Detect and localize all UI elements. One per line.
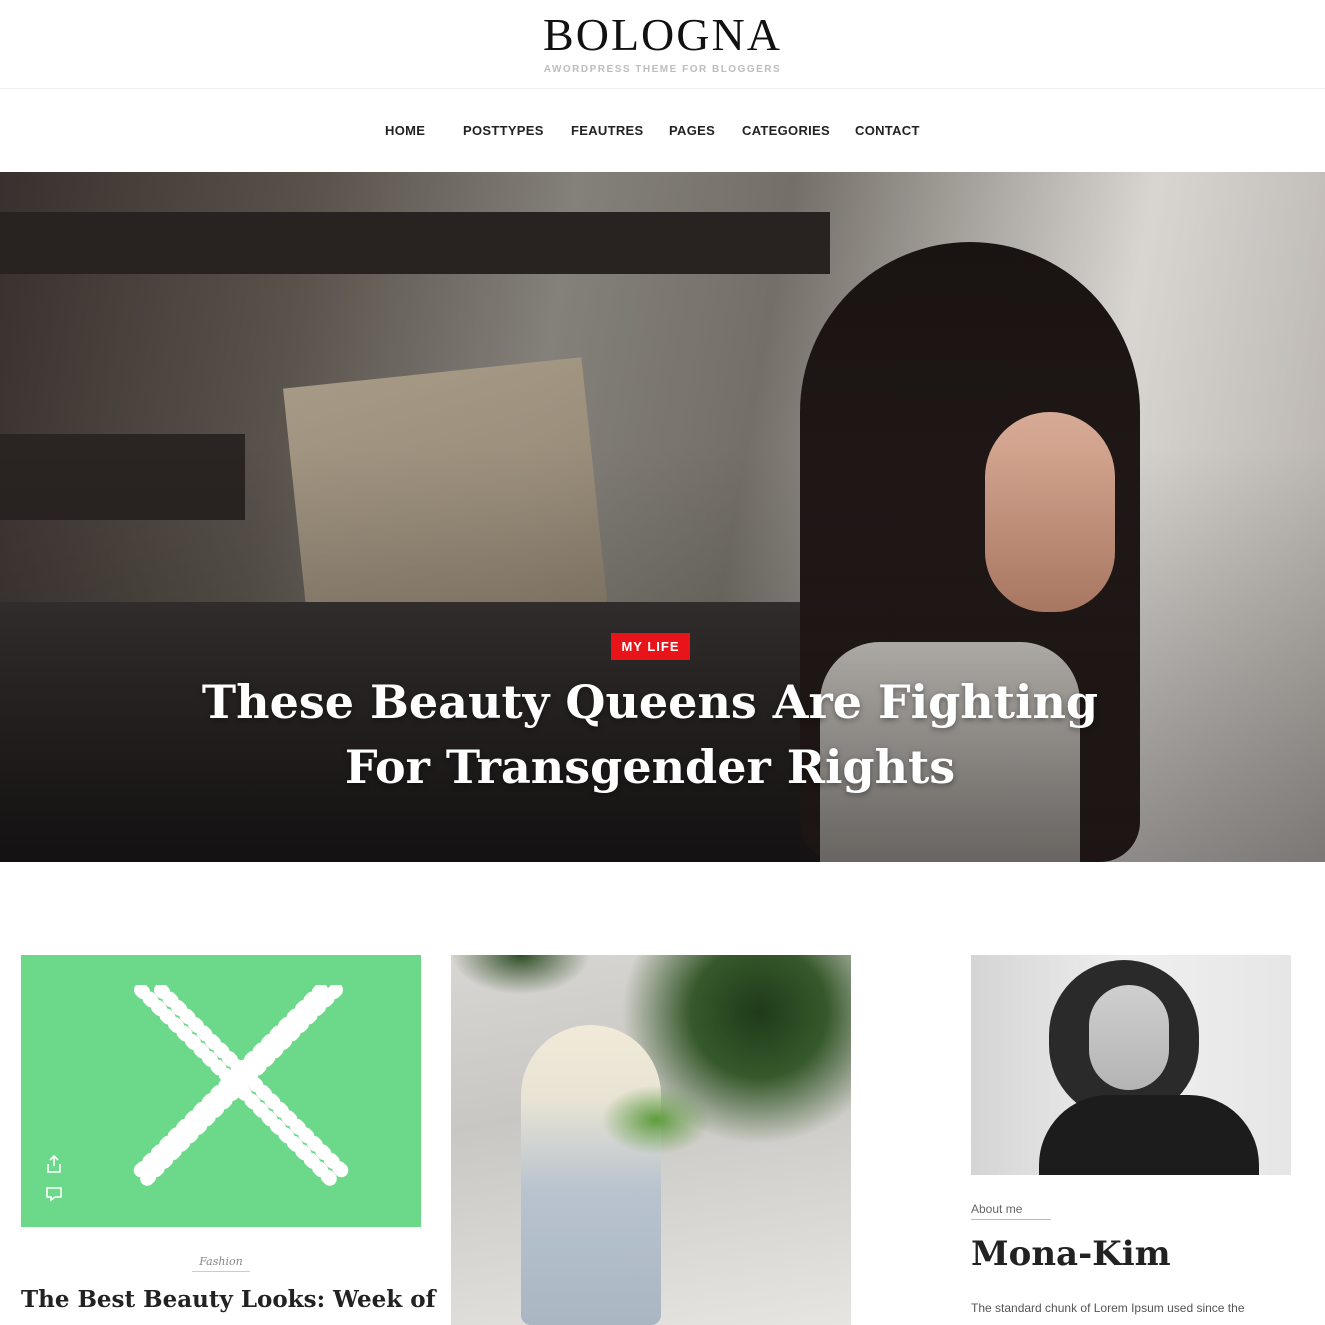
- about-author-name: Mona-Kim: [971, 1234, 1171, 1274]
- photo-branch: [601, 1085, 711, 1155]
- nav-categories[interactable]: CATEGORIES: [742, 123, 830, 138]
- main-navigation: HOME POSTTYPES FEAUTRES PAGES CATEGORIES…: [0, 88, 1325, 173]
- nav-posttypes[interactable]: POSTTYPES: [463, 123, 544, 138]
- about-bio-text: The standard chunk of Lorem Ipsum used s…: [971, 1301, 1245, 1315]
- x-graphic: [131, 985, 351, 1192]
- hero-category-badge[interactable]: MY LIFE: [611, 633, 690, 660]
- nav-features[interactable]: FEAUTRES: [571, 123, 643, 138]
- site-logo[interactable]: BOLOGNA: [0, 8, 1325, 61]
- hero-featured-post[interactable]: MY LIFE These Beauty Queens Are Fighting…: [0, 172, 1325, 862]
- photo-person: [521, 1025, 661, 1325]
- nav-contact[interactable]: CONTACT: [855, 123, 920, 138]
- about-avatar-photo: [971, 955, 1291, 1175]
- post-category[interactable]: Fashion: [192, 1255, 250, 1272]
- avatar-face: [1089, 985, 1169, 1090]
- about-me-label: About me: [971, 1202, 1051, 1220]
- hero-title[interactable]: These Beauty Queens Are Fighting For Tra…: [200, 670, 1100, 800]
- post-thumbnail-fashion[interactable]: [21, 955, 421, 1227]
- share-icon[interactable]: [45, 1155, 63, 1173]
- post-title[interactable]: The Best Beauty Looks: Week of: [21, 1286, 435, 1313]
- photo-leaves-left: [451, 955, 591, 995]
- comment-icon[interactable]: [45, 1185, 63, 1203]
- avatar-body: [1039, 1095, 1259, 1175]
- site-tagline: AWORDPRESS THEME FOR BLOGGERS: [543, 64, 782, 75]
- nav-pages[interactable]: PAGES: [669, 123, 715, 138]
- site-header: BOLOGNA AWORDPRESS THEME FOR BLOGGERS: [0, 0, 1325, 88]
- nav-home[interactable]: HOME: [385, 123, 425, 138]
- post-thumbnail-portrait[interactable]: [451, 955, 851, 1325]
